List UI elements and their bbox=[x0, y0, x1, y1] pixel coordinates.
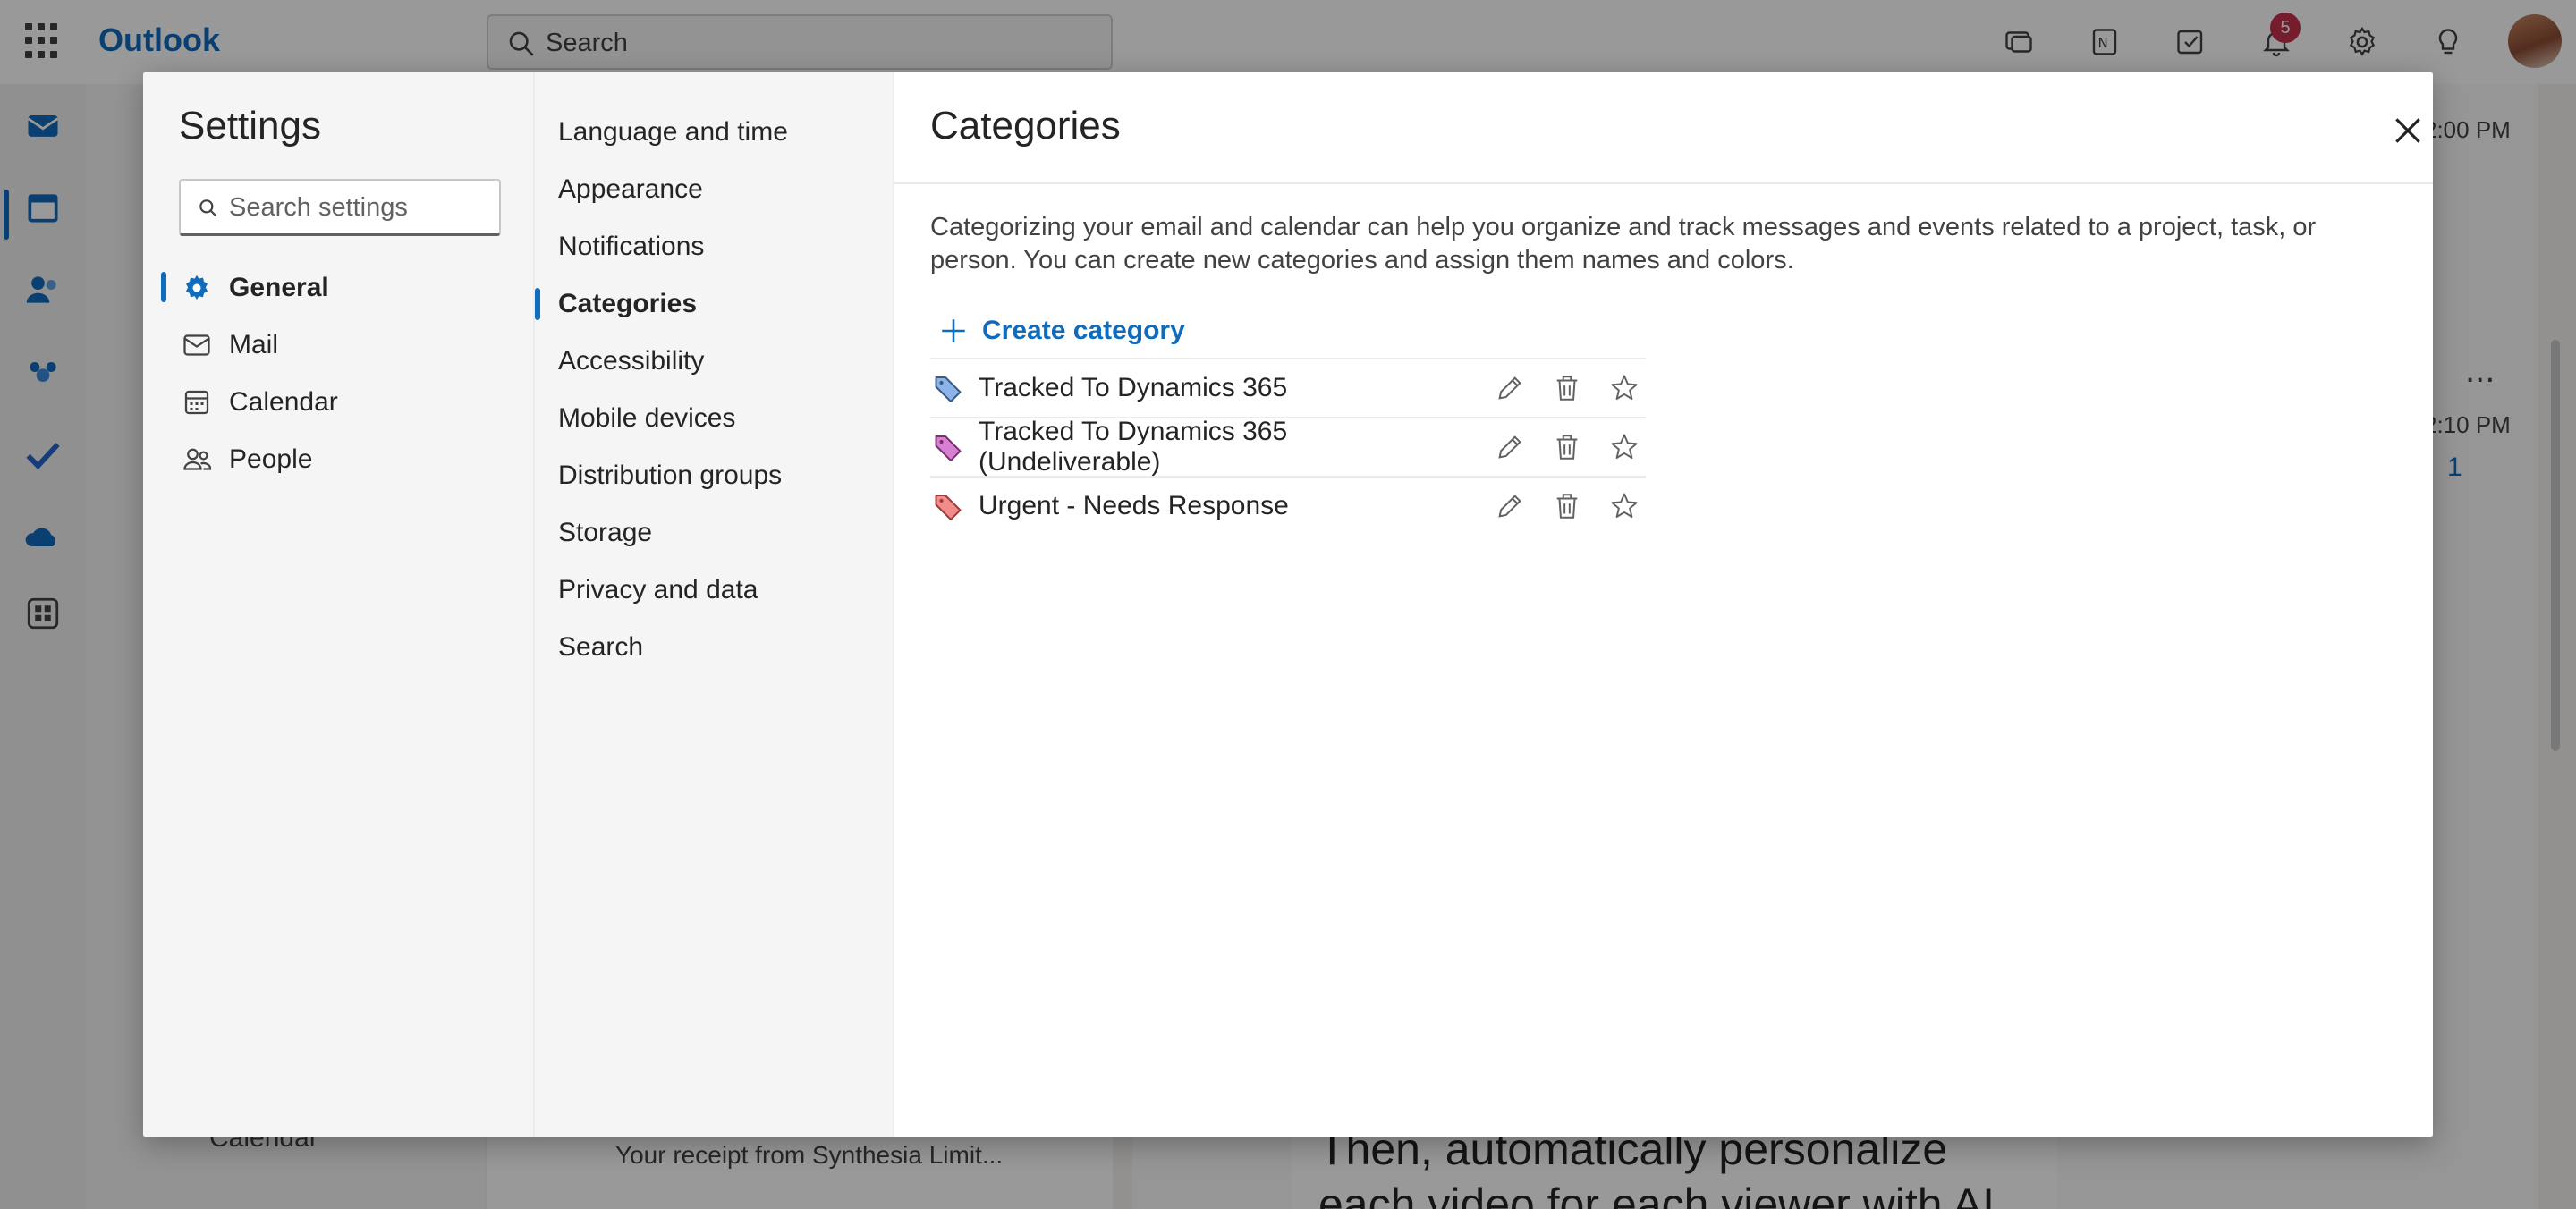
settings-section-label: Calendar bbox=[229, 387, 338, 417]
page-title: Categories bbox=[930, 104, 1121, 148]
pencil-icon bbox=[1498, 376, 1521, 400]
close-button[interactable] bbox=[2386, 109, 2429, 152]
search-icon bbox=[199, 199, 217, 217]
categories-panel: Categories Categorizing your email and c… bbox=[894, 72, 2433, 1137]
pencil-icon bbox=[1498, 435, 1521, 459]
settings-subsections-pane: Language and time Appearance Notificatio… bbox=[535, 72, 894, 1137]
settings-section-label: People bbox=[229, 444, 313, 474]
subsection-distribution-groups[interactable]: Distribution groups bbox=[535, 447, 894, 504]
settings-section-mail[interactable]: Mail bbox=[143, 317, 535, 374]
category-name: Urgent - Needs Response bbox=[979, 491, 1289, 520]
category-name: Tracked To Dynamics 365 bbox=[979, 373, 1288, 402]
subsection-accessibility[interactable]: Accessibility bbox=[535, 333, 894, 390]
trash-icon bbox=[1556, 435, 1578, 460]
tag-icon bbox=[930, 429, 966, 465]
subsection-mobile-devices[interactable]: Mobile devices bbox=[535, 390, 894, 447]
pencil-icon bbox=[1498, 495, 1521, 518]
settings-search-box[interactable] bbox=[179, 179, 501, 236]
subsection-language-and-time[interactable]: Language and time bbox=[535, 104, 894, 161]
settings-sections-pane: Settings General Mail Calendar bbox=[143, 72, 535, 1137]
settings-search-input[interactable] bbox=[229, 190, 488, 225]
subsection-search[interactable]: Search bbox=[535, 619, 894, 676]
trash-icon bbox=[1556, 494, 1578, 519]
settings-section-calendar[interactable]: Calendar bbox=[143, 374, 535, 431]
settings-title: Settings bbox=[179, 104, 321, 148]
create-category-label: Create category bbox=[982, 316, 1185, 345]
subsection-appearance[interactable]: Appearance bbox=[535, 161, 894, 218]
category-name: Tracked To Dynamics 365 (Undeliverable) bbox=[979, 417, 1288, 477]
category-row: Tracked To Dynamics 365 (Undeliverable) bbox=[930, 417, 1646, 477]
delete-category-button[interactable] bbox=[1546, 485, 1589, 528]
delete-category-button[interactable] bbox=[1546, 367, 1589, 410]
favorite-category-button[interactable] bbox=[1603, 426, 1646, 469]
categories-description: Categorizing your email and calendar can… bbox=[930, 213, 2317, 275]
close-icon bbox=[2395, 118, 2420, 143]
favorite-category-button[interactable] bbox=[1603, 367, 1646, 410]
star-icon bbox=[1611, 493, 1638, 518]
edit-category-button[interactable] bbox=[1488, 426, 1531, 469]
subsection-privacy-and-data[interactable]: Privacy and data bbox=[535, 562, 894, 619]
gear-icon bbox=[179, 270, 215, 306]
star-icon bbox=[1611, 434, 1638, 459]
delete-category-button[interactable] bbox=[1546, 426, 1589, 469]
calendar-icon bbox=[179, 385, 215, 420]
subsection-notifications[interactable]: Notifications bbox=[535, 218, 894, 275]
edit-category-button[interactable] bbox=[1488, 485, 1531, 528]
subsection-storage[interactable]: Storage bbox=[535, 504, 894, 562]
create-category-button[interactable]: Create category bbox=[936, 309, 1185, 352]
add-icon bbox=[936, 313, 971, 349]
star-icon bbox=[1611, 375, 1638, 400]
settings-section-label: General bbox=[229, 273, 329, 302]
people-icon bbox=[179, 442, 215, 478]
header-divider bbox=[894, 182, 2433, 184]
category-row: Urgent - Needs Response bbox=[930, 476, 1646, 535]
category-row: Tracked To Dynamics 365 bbox=[930, 358, 1646, 417]
tag-icon bbox=[930, 370, 966, 406]
settings-section-general[interactable]: General bbox=[143, 259, 535, 317]
trash-icon bbox=[1556, 376, 1578, 401]
mail-icon bbox=[179, 327, 215, 363]
settings-section-label: Mail bbox=[229, 330, 279, 359]
settings-section-people[interactable]: People bbox=[143, 431, 535, 488]
subsection-categories[interactable]: Categories bbox=[535, 275, 894, 333]
favorite-category-button[interactable] bbox=[1603, 485, 1646, 528]
edit-category-button[interactable] bbox=[1488, 367, 1531, 410]
tag-icon bbox=[930, 488, 966, 524]
settings-dialog: Settings General Mail Calendar bbox=[143, 72, 2433, 1137]
